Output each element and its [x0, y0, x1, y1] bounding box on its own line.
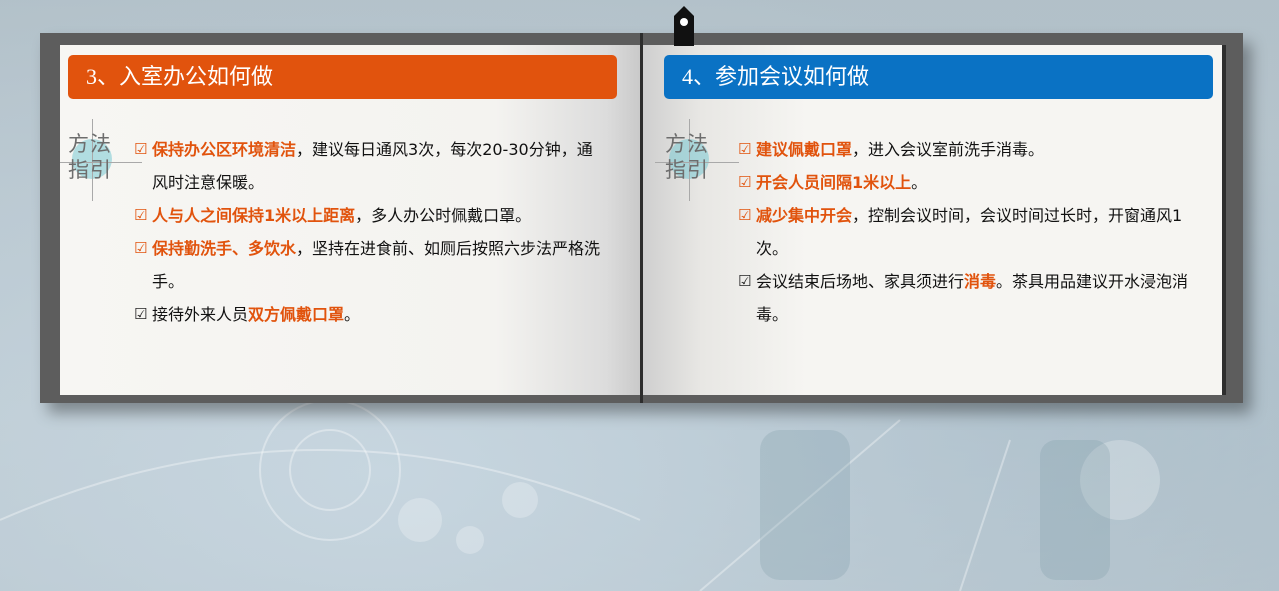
checkbox-icon: ☑ — [134, 140, 148, 158]
guide-label-line1: 方法 — [68, 132, 112, 156]
guide-label-line1: 方法 — [665, 132, 709, 156]
list-item: ☑ 接待外来人员双方佩戴口罩。 — [134, 298, 604, 331]
book-frame: 3、入室办公如何做 方法 指引 ☑ 保持办公区环境清洁，建议每日通风3次，每次2… — [40, 33, 1243, 403]
checkbox-icon: ☑ — [738, 173, 752, 191]
list-item: ☑ 开会人员间隔1米以上。 — [738, 166, 1204, 199]
checkbox-icon: ☑ — [134, 305, 148, 323]
checkbox-icon: ☑ — [738, 140, 752, 158]
checkbox-icon: ☑ — [134, 206, 148, 224]
right-page: 4、参加会议如何做 方法 指引 ☑ 建议佩戴口罩，进入会议室前洗手消毒。 ☑ 开… — [643, 45, 1226, 395]
list-item: ☑ 保持勤洗手、多饮水，坚持在进食前、如厕后按照六步法严格洗手。 — [134, 232, 604, 298]
list-item: ☑ 减少集中开会，控制会议时间，会议时间过长时，开窗通风1次。 — [738, 199, 1204, 265]
list-item: ☑ 建议佩戴口罩，进入会议室前洗手消毒。 — [738, 133, 1204, 166]
checkbox-icon: ☑ — [738, 206, 752, 224]
guide-label-line2: 指引 — [68, 158, 112, 182]
right-guide-mark: 方法 指引 — [655, 119, 739, 201]
checkbox-icon: ☑ — [738, 272, 752, 290]
left-page-header: 3、入室办公如何做 — [68, 55, 617, 99]
right-guide-list: ☑ 建议佩戴口罩，进入会议室前洗手消毒。 ☑ 开会人员间隔1米以上。 ☑ 减少集… — [738, 133, 1204, 331]
left-page: 3、入室办公如何做 方法 指引 ☑ 保持办公区环境清洁，建议每日通风3次，每次2… — [60, 45, 641, 395]
guide-label-line2: 指引 — [665, 158, 709, 182]
left-guide-list: ☑ 保持办公区环境清洁，建议每日通风3次，每次20-30分钟，通风时注意保暖。 … — [134, 133, 604, 331]
list-item: ☑ 保持办公区环境清洁，建议每日通风3次，每次20-30分钟，通风时注意保暖。 — [134, 133, 604, 199]
right-page-header: 4、参加会议如何做 — [664, 55, 1213, 99]
book-spine — [640, 33, 643, 403]
bookmark-pin-icon — [674, 6, 694, 46]
list-item: ☑ 会议结束后场地、家具须进行消毒。茶具用品建议开水浸泡消毒。 — [738, 265, 1204, 331]
list-item: ☑ 人与人之间保持1米以上距离，多人办公时佩戴口罩。 — [134, 199, 604, 232]
left-guide-mark: 方法 指引 — [60, 119, 142, 201]
checkbox-icon: ☑ — [134, 239, 148, 257]
